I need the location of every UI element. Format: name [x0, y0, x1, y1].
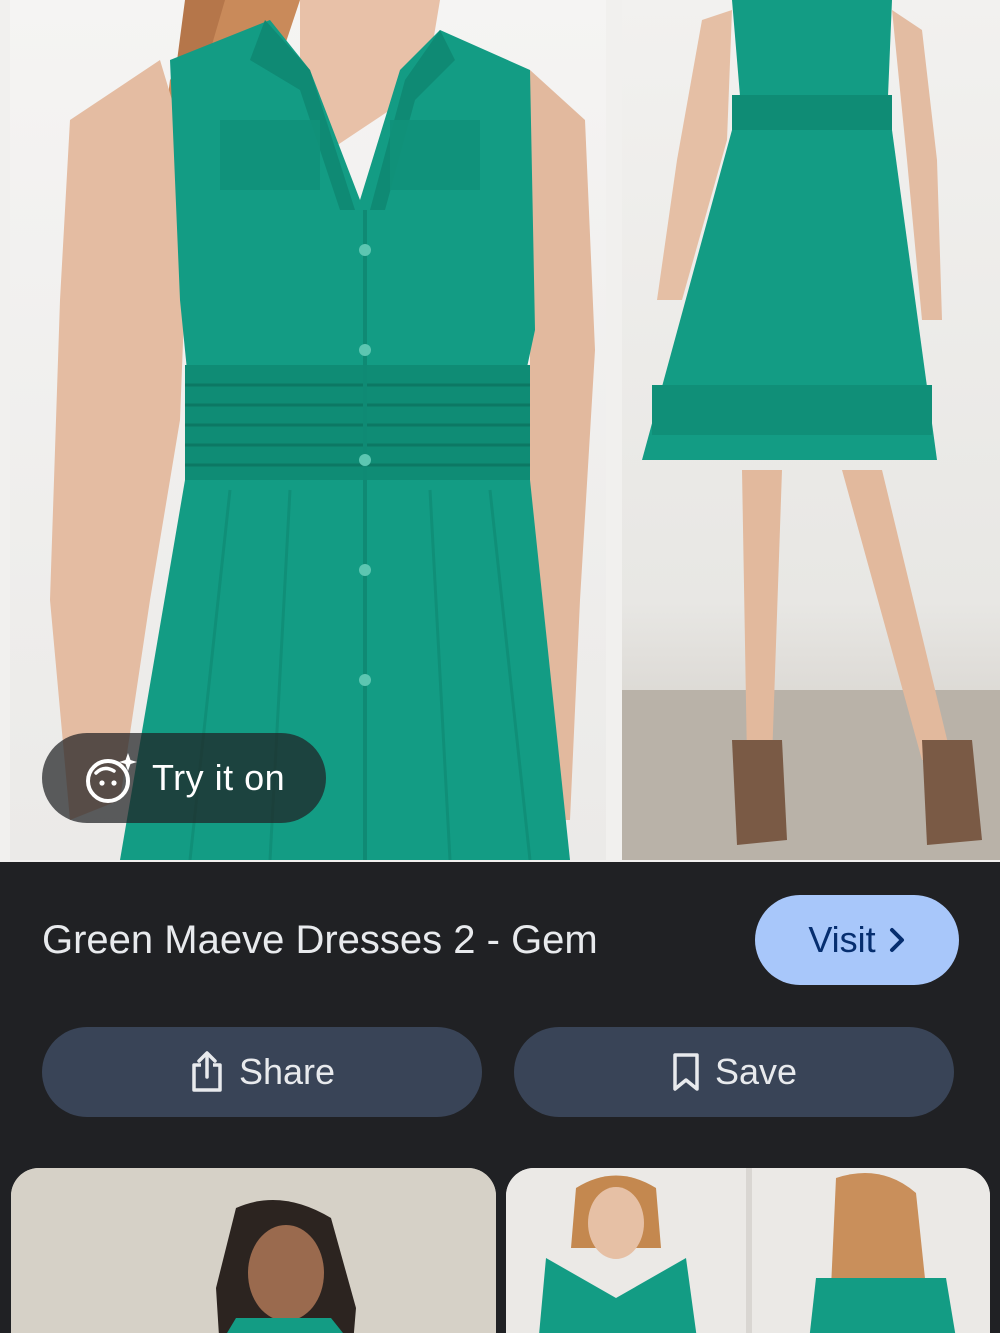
image-result-page: Try it on Green Maeve Dresses 2 - Gem Vi…: [0, 0, 1000, 1333]
dress-full-length-photo: [622, 0, 1000, 860]
visit-label: Visit: [808, 919, 876, 960]
result-preview-image[interactable]: Try it on: [0, 0, 1000, 862]
try-it-on-button[interactable]: Try it on: [42, 733, 326, 823]
face-sparkle-icon: [84, 751, 138, 805]
share-label: Share: [238, 1051, 336, 1092]
chevron-right-icon: [888, 926, 906, 954]
share-button[interactable]: Share: [42, 1027, 482, 1117]
visit-button[interactable]: Visit: [755, 895, 959, 985]
bookmark-icon: [671, 1052, 701, 1092]
save-label: Save: [714, 1051, 798, 1092]
result-title: Green Maeve Dresses 2 - Gem: [42, 918, 598, 962]
related-result-thumbnail[interactable]: [506, 1168, 990, 1333]
save-button[interactable]: Save: [514, 1027, 954, 1117]
try-it-on-label: Try it on: [152, 757, 286, 798]
share-icon: [189, 1051, 225, 1093]
dress-front-closeup-photo: [10, 0, 606, 860]
related-result-thumbnail[interactable]: [11, 1168, 496, 1333]
